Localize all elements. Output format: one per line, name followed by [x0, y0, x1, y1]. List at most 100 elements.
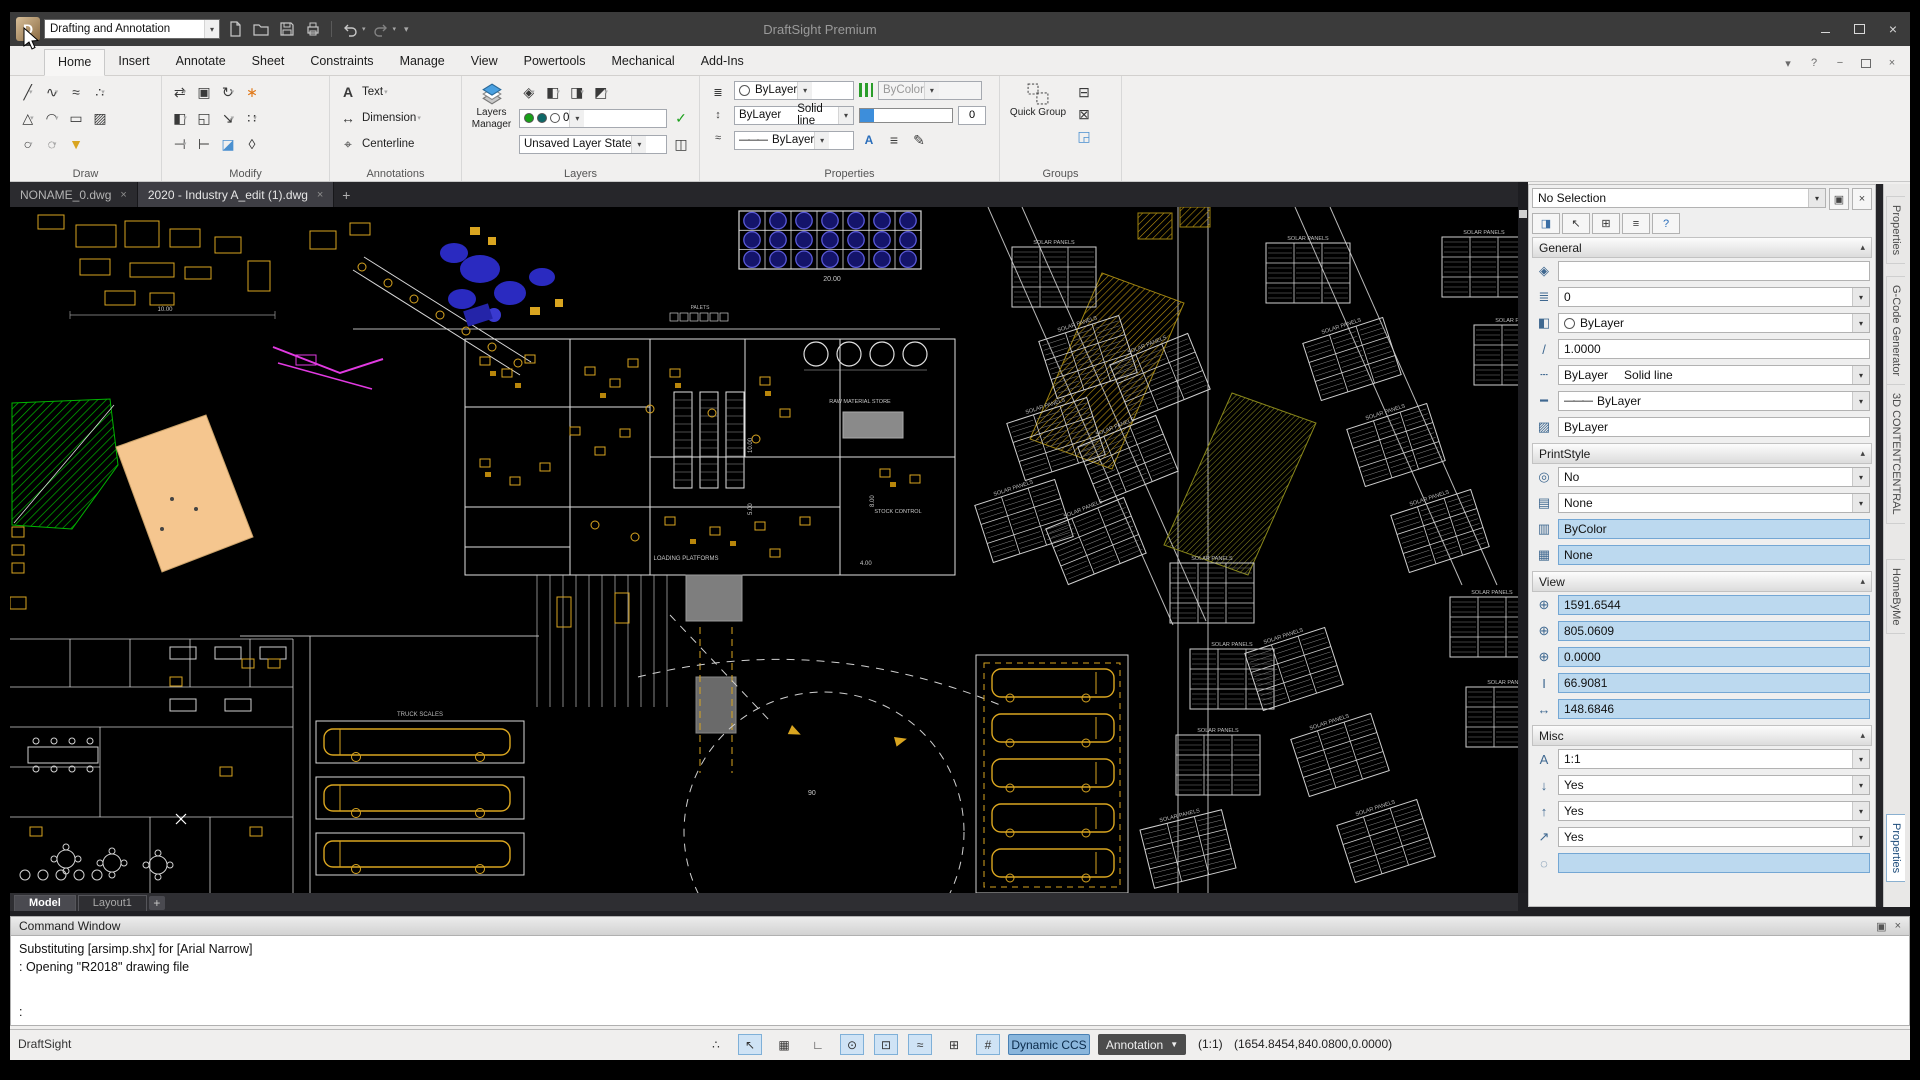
etrack-icon[interactable]: ≈: [908, 1034, 932, 1055]
transparency-field[interactable]: ByLayer: [1558, 417, 1870, 437]
collapse-icon[interactable]: ▴: [1860, 242, 1865, 253]
text-button[interactable]: Text: [362, 86, 383, 98]
palette-tab-3d-contentcentral[interactable]: 3D CONTENTCENTRAL: [1886, 384, 1905, 524]
circle-icon[interactable]: ○ ▾: [18, 133, 38, 155]
palette-tab-g-code-generator[interactable]: G-Code Generator: [1886, 276, 1905, 386]
quick-access-customize-icon[interactable]: ▾: [404, 24, 409, 35]
ribbon-tab-insert[interactable]: Insert: [105, 49, 162, 75]
layer-lock-icon[interactable]: ◩ ▾: [591, 81, 611, 103]
polygon-icon[interactable]: △ ▾: [18, 107, 38, 129]
line-icon[interactable]: ╱ ▾: [18, 81, 38, 103]
extend-icon[interactable]: ⊢: [194, 133, 214, 155]
smart-modify-icon[interactable]: ∗: [242, 81, 262, 103]
ribbon-tab-home[interactable]: Home: [44, 49, 106, 76]
spline-icon[interactable]: ≈: [66, 81, 86, 103]
area-fill-icon[interactable]: ▼: [66, 133, 86, 155]
line-style-dropdown[interactable]: ByLayer Solid line ▾: [734, 103, 854, 127]
print-color-dropdown[interactable]: ByColor ▾: [878, 80, 982, 100]
ribbon-tab-mechanical[interactable]: Mechanical: [598, 49, 687, 75]
linestyle-list-icon[interactable]: ≣: [708, 81, 728, 103]
line-weight-dropdown[interactable]: ——— ByLayer ▾: [734, 130, 854, 150]
line-style-field[interactable]: ByLayer Solid line ▾: [1558, 365, 1870, 385]
material-field[interactable]: [1558, 261, 1870, 281]
doc-minimize-icon[interactable]: −: [1832, 56, 1848, 70]
new-sheet-button[interactable]: +: [148, 896, 165, 910]
layer-state-dropdown[interactable]: Unsaved Layer State ▾: [519, 134, 667, 154]
drawing-canvas[interactable]: 10.00 20.00 PALETS RAW MATERIAL STORE STOCK …: [9, 206, 1559, 973]
collapse-icon[interactable]: ▴: [1860, 730, 1865, 741]
print-icon[interactable]: [302, 18, 324, 40]
layer-isolate-icon[interactable]: ◧ ▾: [543, 81, 563, 103]
redo-icon[interactable]: [370, 18, 392, 40]
collapse-icon[interactable]: ▴: [1860, 576, 1865, 587]
viewport-field[interactable]: Yes ▾: [1558, 827, 1870, 847]
workspace-selector[interactable]: Drafting and Annotation ▾: [44, 19, 220, 39]
print-pen-field[interactable]: None: [1558, 545, 1870, 565]
ribbon-tab-manage[interactable]: Manage: [387, 49, 458, 75]
palette-tab-properties[interactable]: Properties: [1886, 196, 1905, 265]
property-list-icon[interactable]: ≡: [884, 129, 904, 151]
centerline-button[interactable]: Centerline: [362, 138, 414, 150]
group-manager-icon[interactable]: ◲: [1074, 125, 1094, 147]
quick-group-button[interactable]: Quick Group: [1008, 79, 1068, 149]
command-input[interactable]: :: [19, 1003, 22, 1021]
line-weight-field[interactable]: ——— ByLayer ▾: [1558, 391, 1870, 411]
ribbon-collapse-icon[interactable]: ▾: [1780, 56, 1796, 70]
mirror-icon[interactable]: ◧ ▾: [170, 107, 190, 129]
quick-select-icon[interactable]: ⊞: [1592, 213, 1620, 234]
undo-caret-icon[interactable]: ▾: [362, 25, 366, 33]
ucs-follow-field[interactable]: Yes ▾: [1558, 775, 1870, 795]
transparency-slider[interactable]: [859, 107, 953, 123]
layer-field[interactable]: 0 ▾: [1558, 287, 1870, 307]
select-icon[interactable]: ↖: [1562, 213, 1590, 234]
annotation-scale-field[interactable]: 1:1 ▾: [1558, 749, 1870, 769]
esnap-icon[interactable]: ⊡: [874, 1034, 898, 1055]
copy-icon[interactable]: ▣: [194, 81, 214, 103]
arc-icon[interactable]: ◠ ▾: [42, 107, 62, 129]
layers-manager-button[interactable]: Layers Manager: [470, 79, 513, 157]
ucs-icon-field[interactable]: Yes ▾: [1558, 801, 1870, 821]
layer-check-icon[interactable]: ✓: [671, 107, 691, 129]
trim-icon[interactable]: ⊣ ▾: [170, 133, 190, 155]
move-icon[interactable]: ⇄ ▾: [170, 81, 190, 103]
maximize-button[interactable]: [1842, 12, 1876, 46]
scale-icon[interactable]: ◱: [194, 107, 214, 129]
height-field[interactable]: 66.9081: [1558, 673, 1870, 693]
line-color-field[interactable]: ByLayer ▾: [1558, 313, 1870, 333]
annotation-monitor-icon[interactable]: #: [976, 1034, 1000, 1055]
copy-settings-icon[interactable]: ≡: [1622, 213, 1650, 234]
ribbon-tab-sheet[interactable]: Sheet: [239, 49, 298, 75]
ellipse-icon[interactable]: ◌ ▾: [42, 133, 62, 155]
section-header-printstyle[interactable]: PrintStyle ▴: [1532, 443, 1872, 464]
canvas-scroll-strip[interactable]: [1518, 182, 1528, 893]
close-button[interactable]: ×: [1876, 12, 1910, 46]
edit-group-icon[interactable]: ⊠: [1074, 103, 1094, 125]
active-layer-dropdown[interactable]: 0 ▾: [519, 108, 667, 128]
sheet-tab-model[interactable]: Model: [14, 895, 76, 911]
center-z-field[interactable]: 0.0000: [1558, 647, 1870, 667]
minimize-button[interactable]: [1808, 12, 1842, 46]
print-style-table-field[interactable]: None ▾: [1558, 493, 1870, 513]
dimension-button[interactable]: Dimension: [362, 112, 416, 124]
document-tab[interactable]: NONAME_0.dwg ×: [10, 182, 138, 207]
palette-tab-properties[interactable]: Properties: [1886, 814, 1905, 883]
undo-icon[interactable]: [339, 18, 361, 40]
rotate-icon[interactable]: ↻ ▾: [218, 81, 238, 103]
print-style-field[interactable]: No ▾: [1558, 467, 1870, 487]
redo-caret-icon[interactable]: ▾: [393, 25, 397, 33]
rectangle-icon[interactable]: ▭: [66, 107, 86, 129]
close-tab-icon[interactable]: ×: [317, 189, 323, 201]
hatch-icon[interactable]: ▨: [90, 107, 110, 129]
open-file-icon[interactable]: [250, 18, 272, 40]
ribbon-tab-add-ins[interactable]: Add-Ins: [688, 49, 757, 75]
document-tab[interactable]: 2020 - Industry A_edit (1).dwg ×: [137, 182, 335, 207]
command-close-icon[interactable]: ×: [1895, 920, 1901, 933]
line-scale-field[interactable]: 1.0000: [1558, 339, 1870, 359]
new-document-tab-button[interactable]: +: [334, 182, 358, 207]
pattern-icon[interactable]: ∷ ▾: [242, 107, 262, 129]
help-icon[interactable]: ?: [1652, 213, 1680, 234]
palette-tab-homebyme[interactable]: HomeByMe: [1886, 559, 1905, 635]
grid-icon[interactable]: ▦: [772, 1034, 796, 1055]
doc-restore-icon[interactable]: [1858, 56, 1874, 70]
polyline-icon[interactable]: ∿ ▾: [42, 81, 62, 103]
